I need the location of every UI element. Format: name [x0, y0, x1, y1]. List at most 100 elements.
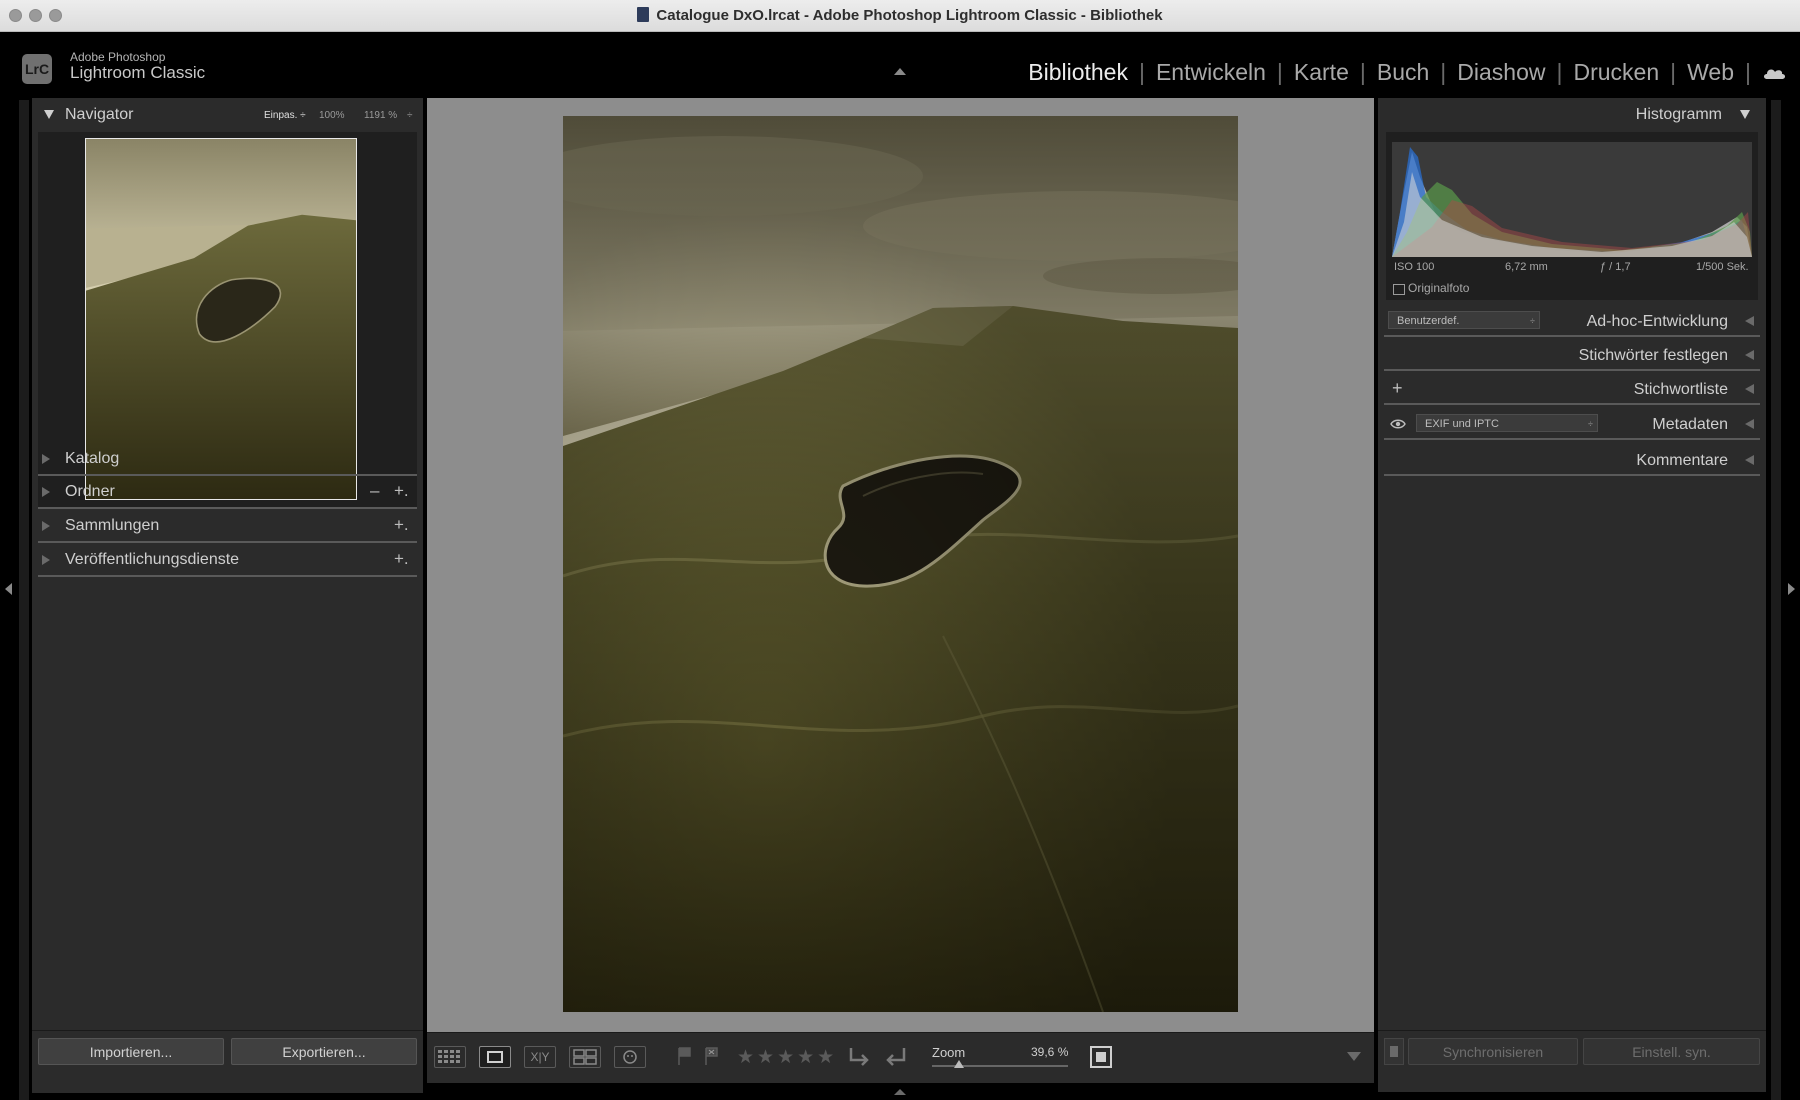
- metadata-preset-value: EXIF und IPTC: [1425, 418, 1499, 430]
- window-title: Catalogue DxO.lrcat - Adobe Photoshop Li…: [0, 7, 1800, 24]
- panel-divider: [1384, 335, 1760, 337]
- panel-stichwortliste[interactable]: + Stichwortliste: [1378, 373, 1766, 405]
- import-button[interactable]: Importieren...: [38, 1038, 224, 1065]
- module-drucken[interactable]: Drucken: [1573, 59, 1659, 85]
- panel-ordner[interactable]: Ordner – +.: [32, 476, 423, 509]
- sync-button[interactable]: Synchronisieren: [1408, 1038, 1578, 1065]
- rating-stars[interactable]: ★★★★★: [737, 1046, 837, 1069]
- lrc-logo: LrC: [22, 54, 52, 84]
- module-bibliothek[interactable]: Bibliothek: [1028, 59, 1128, 85]
- main-photo[interactable]: [563, 116, 1238, 1012]
- cloud-icon[interactable]: [1762, 66, 1788, 80]
- histogram-title: Histogramm: [1635, 106, 1722, 123]
- add-publish-service-button[interactable]: +.: [394, 549, 409, 569]
- toolbar-menu-chevron-icon[interactable]: [1347, 1052, 1361, 1061]
- right-panel-toggle[interactable]: [1788, 583, 1795, 595]
- zoom-slider-track[interactable]: [932, 1065, 1068, 1067]
- panel-divider: [1384, 403, 1760, 405]
- add-keyword-button[interactable]: +: [1392, 378, 1403, 399]
- identity-bar: LrC Adobe Photoshop Lightroom Classic Bi…: [0, 32, 1800, 98]
- panel-sammlungen[interactable]: Sammlungen +.: [32, 510, 423, 543]
- flag-pick-icon[interactable]: [677, 1046, 693, 1071]
- module-separator: |: [1670, 59, 1677, 85]
- panel-veroeffentlichungsdienste[interactable]: Veröffentlichungsdienste +.: [32, 544, 423, 577]
- grid-view-icon[interactable]: [434, 1046, 466, 1068]
- module-diashow[interactable]: Diashow: [1457, 59, 1545, 85]
- rotate-right-icon[interactable]: [882, 1044, 908, 1073]
- panel-divider: [1384, 369, 1760, 371]
- navigator-zoom-menu[interactable]: ÷: [407, 110, 413, 121]
- people-view-icon[interactable]: [614, 1046, 646, 1068]
- window-titlebar: Catalogue DxO.lrcat - Adobe Photoshop Li…: [0, 0, 1800, 32]
- collapse-triangle-icon[interactable]: [44, 110, 54, 119]
- histogram-focal-length: 6,72 mm: [1505, 261, 1548, 273]
- panel-katalog[interactable]: Katalog: [32, 443, 423, 476]
- filmstrip-toggle[interactable]: [894, 1089, 906, 1095]
- histogram-aperture: ƒ / 1,7: [1600, 261, 1631, 273]
- module-separator: |: [1138, 59, 1145, 85]
- quick-develop-preset-value: Benutzerdef.: [1397, 315, 1460, 327]
- panel-label: Stichwortliste: [1633, 381, 1728, 398]
- select-arrows-icon: ÷: [1588, 419, 1593, 429]
- original-photo-label: Originalfoto: [1408, 281, 1470, 295]
- document-icon: [637, 7, 650, 22]
- navigator-header[interactable]: Navigator Einpas. ÷ 100% 1191 % ÷: [32, 98, 423, 132]
- panel-label: Ordner: [65, 483, 115, 500]
- quick-develop-preset-select[interactable]: Benutzerdef. ÷: [1388, 311, 1540, 329]
- add-folder-button[interactable]: +.: [394, 481, 409, 501]
- expand-triangle-icon[interactable]: [42, 521, 50, 531]
- remove-folder-button[interactable]: –: [370, 481, 379, 501]
- bottom-toolbar: X|Y ★★★★★ Zoom 39,6 %: [427, 1032, 1374, 1083]
- panel-label: Sammlungen: [65, 517, 160, 534]
- panel-kommentare[interactable]: Kommentare: [1378, 444, 1766, 476]
- expand-triangle-icon[interactable]: [1745, 455, 1754, 465]
- module-buch[interactable]: Buch: [1377, 59, 1429, 85]
- sync-toggle-icon[interactable]: [1384, 1038, 1404, 1065]
- left-edge-bar: [19, 100, 29, 1100]
- compare-view-icon[interactable]: X|Y: [524, 1046, 556, 1068]
- rotate-left-icon[interactable]: [847, 1044, 873, 1073]
- zoom-label: Zoom: [932, 1045, 966, 1060]
- expand-triangle-icon[interactable]: [1745, 316, 1754, 326]
- panel-divider: [1384, 474, 1760, 476]
- add-collection-button[interactable]: +.: [394, 515, 409, 535]
- collapse-triangle-icon[interactable]: [1740, 110, 1750, 119]
- expand-triangle-icon[interactable]: [1745, 350, 1754, 360]
- navigator-zoom-fit[interactable]: Einpas. ÷: [264, 110, 306, 121]
- expand-triangle-icon[interactable]: [42, 487, 50, 497]
- loupe-view-icon[interactable]: [479, 1046, 511, 1068]
- histogram-header[interactable]: Histogramm: [1378, 98, 1766, 132]
- right-panel-footer: Synchronisieren Einstell. syn.: [1378, 1030, 1766, 1093]
- expand-triangle-icon[interactable]: [1745, 419, 1754, 429]
- expand-triangle-icon[interactable]: [42, 555, 50, 565]
- window-title-text: Catalogue DxO.lrcat - Adobe Photoshop Li…: [656, 7, 1163, 24]
- navigator-zoom-100[interactable]: 100%: [319, 110, 345, 121]
- zoom-slider-knob[interactable]: [954, 1060, 965, 1068]
- module-entwickeln[interactable]: Entwickeln: [1156, 59, 1266, 85]
- crop-guide-icon[interactable]: [1087, 1043, 1115, 1076]
- expand-triangle-icon[interactable]: [1745, 384, 1754, 394]
- export-button[interactable]: Exportieren...: [231, 1038, 417, 1065]
- panel-metadaten[interactable]: EXIF und IPTC ÷ Metadaten: [1378, 408, 1766, 440]
- flag-reject-icon[interactable]: [704, 1046, 720, 1071]
- original-photo-checkbox[interactable]: [1393, 284, 1405, 295]
- panel-stichwoerter-festlegen[interactable]: Stichwörter festlegen: [1378, 339, 1766, 371]
- module-separator: |: [1745, 59, 1751, 85]
- module-web[interactable]: Web: [1687, 59, 1734, 85]
- top-panel-toggle[interactable]: [894, 68, 906, 75]
- eye-icon[interactable]: [1390, 417, 1406, 435]
- survey-view-icon[interactable]: [569, 1046, 601, 1068]
- expand-triangle-icon[interactable]: [42, 454, 50, 464]
- histogram-graph[interactable]: [1392, 142, 1752, 257]
- navigator-zoom-custom[interactable]: 1191 %: [364, 110, 397, 121]
- left-panel-footer: Importieren... Exportieren...: [32, 1030, 423, 1093]
- sync-settings-button[interactable]: Einstell. syn.: [1583, 1038, 1760, 1065]
- panel-ad-hoc-entwicklung[interactable]: Benutzerdef. ÷ Ad-hoc-Entwicklung: [1378, 305, 1766, 337]
- panel-label: Kommentare: [1636, 452, 1728, 469]
- panel-label: Stichwörter festlegen: [1578, 347, 1728, 364]
- module-karte[interactable]: Karte: [1294, 59, 1349, 85]
- right-panel: Histogramm ISO 100 6,72 mm ƒ / 1,7 1/500…: [1378, 98, 1766, 1092]
- panel-divider: [38, 541, 417, 543]
- left-panel-toggle[interactable]: [5, 583, 12, 595]
- metadata-preset-select[interactable]: EXIF und IPTC ÷: [1416, 414, 1598, 432]
